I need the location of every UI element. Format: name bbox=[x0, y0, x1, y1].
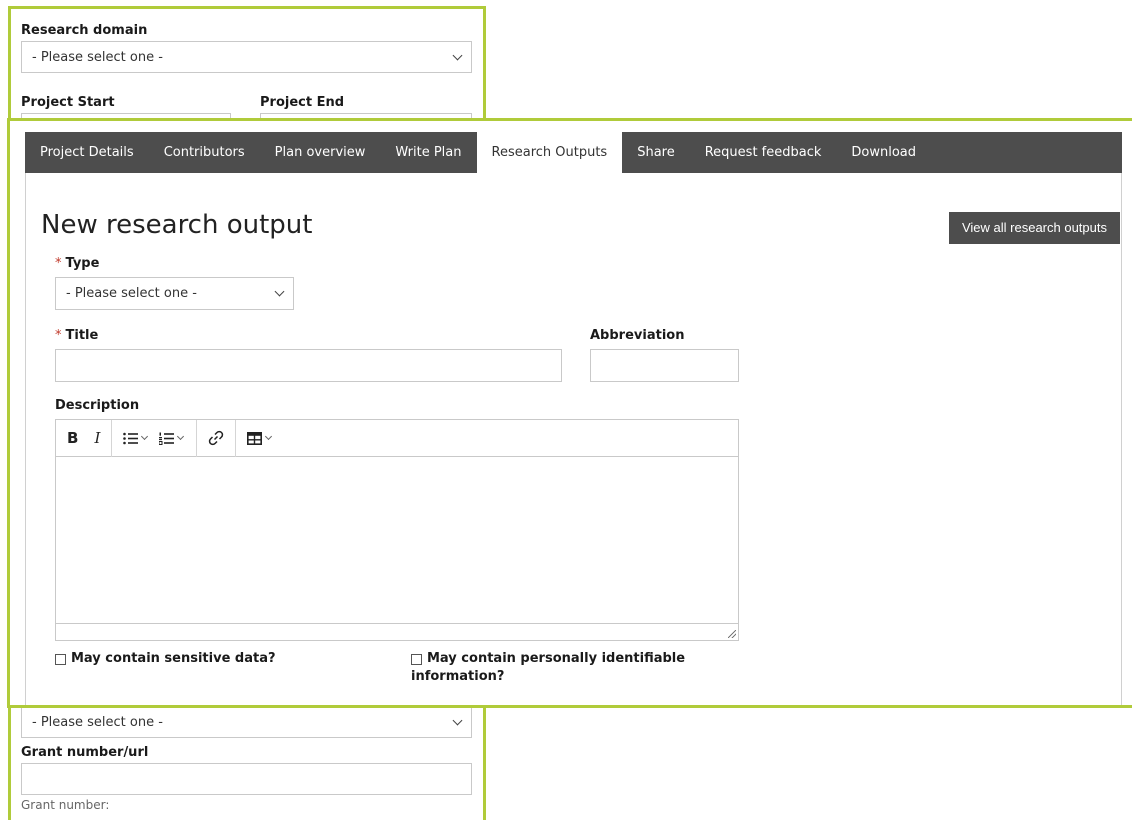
tab-download[interactable]: Download bbox=[836, 132, 931, 173]
type-select-value: - Please select one - bbox=[66, 286, 197, 301]
tab-project-details[interactable]: Project Details bbox=[25, 132, 149, 173]
link-icon bbox=[209, 430, 224, 446]
pii-checkbox[interactable] bbox=[411, 654, 422, 665]
numbered-list-icon bbox=[159, 432, 175, 445]
sensitive-data-checkbox[interactable] bbox=[55, 654, 66, 665]
table-icon bbox=[247, 431, 263, 445]
toolbar-divider bbox=[196, 419, 198, 457]
research-output-panel: Project Details Contributors Plan overvi… bbox=[7, 118, 1132, 708]
description-label: Description bbox=[55, 398, 140, 413]
grant-number-help: Grant number: bbox=[21, 798, 110, 812]
title-label: * Title bbox=[55, 328, 99, 343]
grant-number-label: Grant number/url bbox=[21, 745, 149, 760]
link-button[interactable] bbox=[203, 430, 229, 446]
type-label: * Type bbox=[55, 256, 100, 271]
required-marker: * bbox=[55, 256, 62, 271]
tab-write-plan[interactable]: Write Plan bbox=[380, 132, 476, 173]
chevron-down-icon bbox=[177, 432, 185, 441]
view-all-research-outputs-button[interactable]: View all research outputs bbox=[948, 212, 1120, 244]
research-domain-label: Research domain bbox=[21, 23, 148, 38]
chevron-down-icon bbox=[141, 432, 149, 441]
editor-statusbar bbox=[56, 623, 738, 640]
grant-number-input[interactable] bbox=[21, 763, 472, 795]
italic-button[interactable]: I bbox=[89, 429, 105, 447]
toolbar-divider bbox=[111, 419, 113, 457]
chevron-down-icon bbox=[274, 286, 285, 297]
title-input[interactable] bbox=[55, 349, 562, 382]
tab-contributors[interactable]: Contributors bbox=[149, 132, 260, 173]
bold-button[interactable]: B bbox=[62, 429, 83, 447]
chevron-down-icon bbox=[452, 50, 463, 60]
table-button[interactable] bbox=[242, 431, 278, 445]
abbreviation-label: Abbreviation bbox=[590, 328, 685, 343]
funder-select[interactable]: - Please select one - bbox=[21, 706, 472, 738]
required-marker: * bbox=[55, 328, 62, 343]
editor-toolbar: B I bbox=[56, 419, 738, 457]
pii-label-line1: May contain personally identifiable bbox=[427, 651, 686, 666]
project-end-label: Project End bbox=[260, 95, 345, 110]
bullet-list-icon bbox=[123, 432, 139, 444]
tab-share[interactable]: Share bbox=[622, 132, 690, 173]
plan-tabs: Project Details Contributors Plan overvi… bbox=[25, 132, 1122, 173]
toolbar-divider bbox=[235, 419, 237, 457]
tab-request-feedback[interactable]: Request feedback bbox=[690, 132, 837, 173]
bullet-list-button[interactable] bbox=[118, 432, 154, 445]
chevron-down-icon bbox=[265, 432, 273, 441]
tab-content: New research output View all research ou… bbox=[25, 173, 1122, 705]
pii-label-line2: information? bbox=[411, 669, 505, 684]
page-title: New research output bbox=[41, 210, 313, 240]
tab-research-outputs[interactable]: Research Outputs bbox=[476, 132, 623, 173]
chevron-down-icon bbox=[452, 715, 463, 725]
funder-select-value: - Please select one - bbox=[32, 714, 163, 730]
pii-checkbox-row[interactable]: May contain personally identifiable info… bbox=[411, 650, 685, 686]
description-editor[interactable]: B I bbox=[55, 419, 739, 641]
type-select[interactable]: - Please select one - bbox=[55, 277, 294, 310]
tab-plan-overview[interactable]: Plan overview bbox=[260, 132, 381, 173]
abbreviation-input[interactable] bbox=[590, 349, 739, 382]
resize-handle-icon[interactable] bbox=[728, 630, 736, 638]
research-domain-select[interactable]: - Please select one - bbox=[21, 41, 472, 73]
research-domain-value: - Please select one - bbox=[32, 49, 163, 65]
project-start-label: Project Start bbox=[21, 95, 115, 110]
numbered-list-button[interactable] bbox=[154, 432, 190, 445]
sensitive-data-label: May contain sensitive data? bbox=[71, 651, 276, 666]
description-text-area[interactable] bbox=[56, 457, 738, 623]
sensitive-data-checkbox-row[interactable]: May contain sensitive data? bbox=[55, 650, 276, 668]
